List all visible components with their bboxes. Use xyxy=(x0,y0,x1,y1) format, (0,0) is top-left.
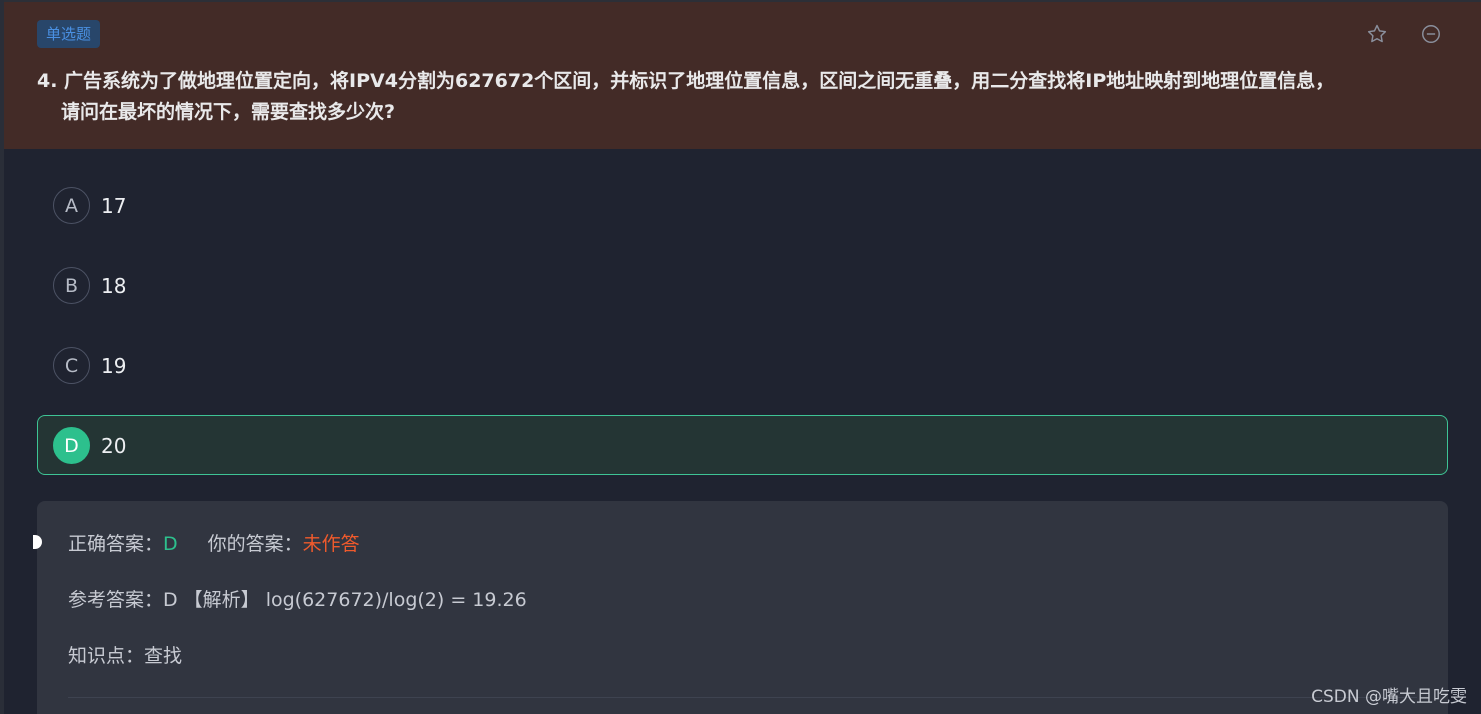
your-answer-label: 你的答案： xyxy=(207,533,303,555)
favorite-button[interactable] xyxy=(1361,22,1393,50)
question-text: 4. 广告系统为了做地理位置定向，将IPV4分割为627672个区间，并标识了地… xyxy=(37,66,1447,128)
option-d[interactable]: D 20 xyxy=(37,415,1448,475)
reference-answer: 参考答案：D 【解析】 log(627672)/log(2) = 19.26 xyxy=(68,589,527,611)
option-c[interactable]: C 19 xyxy=(37,335,1448,395)
question-type-tag: 单选题 xyxy=(37,20,101,48)
option-b[interactable]: B 18 xyxy=(37,255,1448,315)
option-letter: C xyxy=(53,347,90,384)
option-a[interactable]: A 17 xyxy=(37,175,1448,235)
watermark: CSDN @嘴大且吃雯 xyxy=(1311,687,1467,707)
option-letter: B xyxy=(53,267,90,304)
collapse-handle[interactable] xyxy=(33,535,42,549)
option-letter: A xyxy=(53,187,90,224)
answer-analysis-panel: 正确答案：D 你的答案：未作答 参考答案：D 【解析】 log(627672)/l… xyxy=(33,501,1448,714)
question-line-1: 4. 广告系统为了做地理位置定向，将IPV4分割为627672个区间，并标识了地… xyxy=(37,70,1335,92)
knowledge-point: 知识点：查找 xyxy=(68,645,183,667)
question-line-2: 请问在最坏的情况下，需要查找多少次? xyxy=(61,101,396,123)
answer-row: 正确答案：D 你的答案：未作答 xyxy=(68,529,360,556)
correct-answer-value: D xyxy=(163,533,178,555)
option-value: 19 xyxy=(101,354,127,378)
correct-answer-label: 正确答案： xyxy=(68,533,164,555)
header-actions xyxy=(1361,22,1447,50)
minus-circle-icon xyxy=(1420,23,1442,49)
remove-button[interactable] xyxy=(1415,22,1447,50)
your-answer-value: 未作答 xyxy=(302,533,360,555)
question-header: 单选题 4. 广告系统为了做地理位置定向，将IPV4分割为627672个区间，并… xyxy=(4,0,1481,149)
star-icon xyxy=(1366,23,1388,49)
option-value: 18 xyxy=(101,274,127,298)
option-value: 20 xyxy=(101,434,127,458)
divider xyxy=(68,697,1417,698)
option-list: A 17 B 18 C 19 D 20 xyxy=(37,175,1448,495)
option-letter: D xyxy=(53,427,90,464)
question-card: 单选题 4. 广告系统为了做地理位置定向，将IPV4分割为627672个区间，并… xyxy=(4,0,1481,714)
option-value: 17 xyxy=(101,194,127,218)
